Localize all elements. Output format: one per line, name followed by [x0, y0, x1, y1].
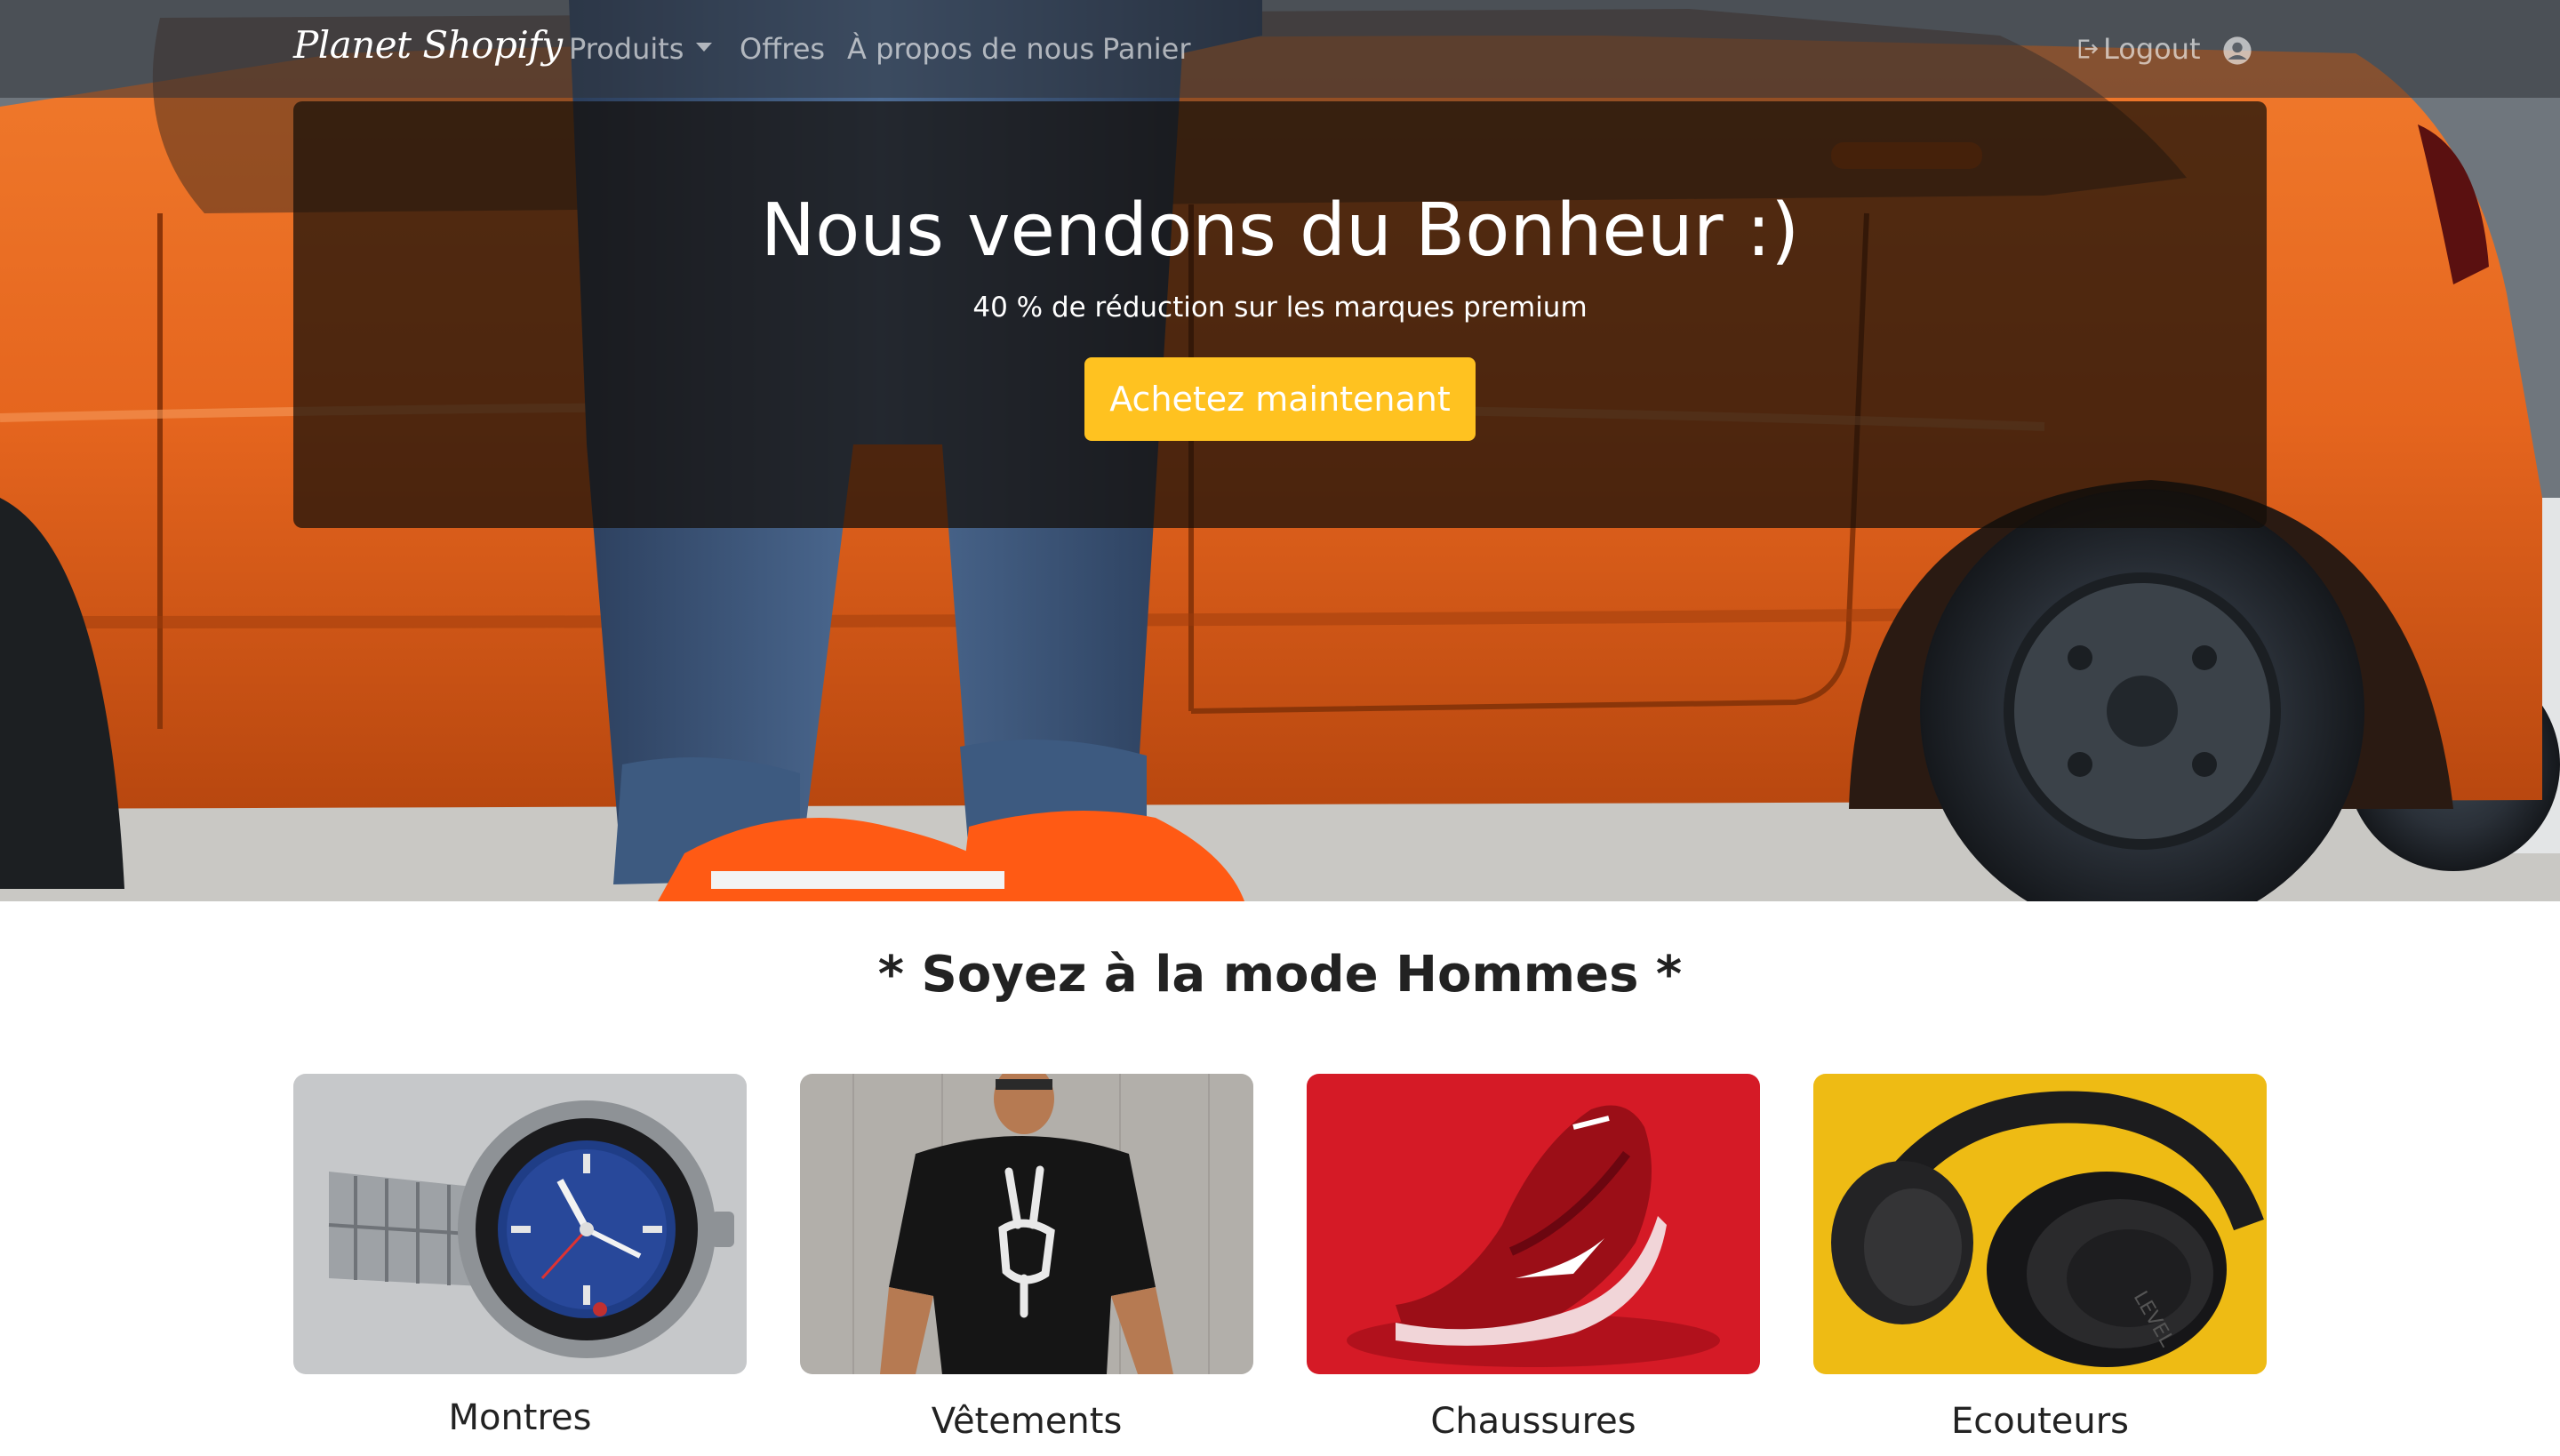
nav-produits-dropdown[interactable]: Produits [569, 32, 713, 66]
brand-logo[interactable]: Planet Shopify [293, 23, 563, 67]
navbar: Planet Shopify Produits Offres À propos … [0, 0, 2560, 98]
promo-jumbotron: Nous vendons du Bonheur :) 40 % de réduc… [293, 101, 2267, 528]
user-circle-icon[interactable] [2222, 36, 2252, 66]
section-title: * Soyez à la mode Hommes * [877, 946, 1683, 1004]
headphones-image[interactable]: LEVEL [1813, 1074, 2267, 1374]
category-card-vetements[interactable]: Vêtements [800, 1074, 1253, 1442]
shop-now-button[interactable]: Achetez maintenant [1084, 357, 1476, 441]
tshirt-image[interactable] [800, 1074, 1253, 1374]
category-label[interactable]: Chaussures [1307, 1401, 1760, 1442]
category-card-montres[interactable]: Montres [293, 1074, 747, 1438]
logout-link[interactable]: Logout [2075, 32, 2201, 66]
sign-out-icon [2078, 39, 2099, 59]
category-card-ecouteurs[interactable]: LEVEL Ecouteurs [1813, 1074, 2267, 1442]
nav-panier[interactable]: Panier [1102, 32, 1190, 66]
hero-subtitle: 40 % de réduction sur les marques premiu… [972, 292, 1588, 324]
category-label[interactable]: Montres [293, 1397, 747, 1438]
logout-label: Logout [2103, 32, 2201, 66]
nav-a-propos[interactable]: À propos de nous [847, 32, 1094, 66]
nav-offres[interactable]: Offres [740, 32, 825, 66]
category-card-chaussures[interactable]: Chaussures [1307, 1074, 1760, 1442]
category-label[interactable]: Ecouteurs [1813, 1401, 2267, 1442]
sneaker-image[interactable] [1307, 1074, 1760, 1374]
hero-title: Nous vendons du Bonheur :) [760, 188, 1800, 273]
chevron-down-icon [696, 43, 713, 52]
nav-produits-label: Produits [569, 32, 684, 66]
watch-image[interactable] [293, 1074, 747, 1374]
category-label[interactable]: Vêtements [800, 1401, 1253, 1442]
